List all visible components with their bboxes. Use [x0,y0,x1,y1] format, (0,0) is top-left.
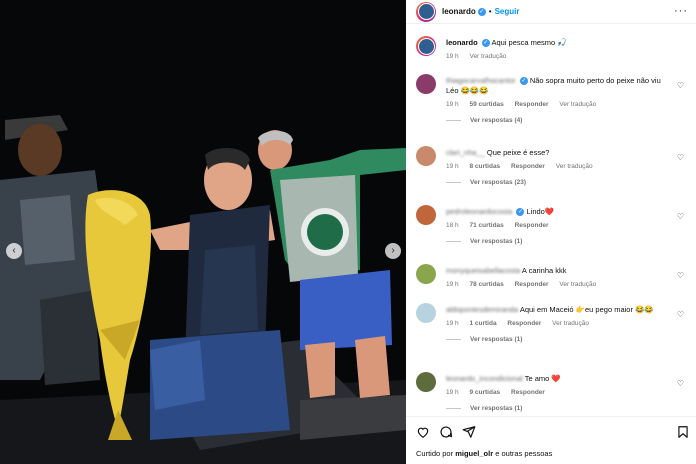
view-replies-button[interactable]: Ver respostas (1) [446,405,671,412]
translate-link[interactable]: Ver tradução [559,101,596,108]
reply-button[interactable]: Responder [511,389,545,396]
replies-divider [446,182,461,183]
view-replies-label[interactable]: Ver respostas (23) [470,179,526,186]
comment-time: 19 h [446,163,459,170]
post-photo[interactable]: ‹ › [0,0,406,464]
caption-username[interactable]: leonardo [446,38,478,47]
comment-username[interactable]: pedroleonardocosta [446,207,512,216]
heart-icon[interactable]: ♡ [677,81,684,90]
comment-likes[interactable]: 9 curtidas [469,389,500,396]
replies-divider [446,120,461,121]
comment-likes[interactable]: 71 curtidas [469,222,503,229]
dot-separator: • [488,7,492,16]
view-replies-button[interactable]: Ver respostas (23) [446,179,671,186]
author-username[interactable]: leonardo [442,7,476,16]
author-avatar[interactable] [416,1,436,22]
comment-time: 19 h [446,389,459,396]
view-replies-label[interactable]: Ver respostas (1) [470,405,522,412]
verified-badge-icon: ✓ [481,39,490,48]
liked-by-text: Curtido por miguel_olr e outras pessoas [416,449,552,458]
view-replies-button[interactable]: Ver respostas (1) [446,336,671,343]
caption-translate-link[interactable]: Ver tradução [469,53,506,60]
reply-button[interactable]: Responder [515,101,549,108]
caption-time: 19 h [446,53,459,60]
replies-divider [446,241,461,242]
instagram-post-window: ‹ › leonardo ✓ • Seguir ··· leonardo ✓ A… [0,0,696,464]
liked-by-prefix: Curtido por [416,449,454,458]
view-replies-label[interactable]: Ver respostas (4) [470,117,522,124]
comment-time: 18 h [446,222,459,229]
comment-likes[interactable]: 59 curtidas [469,101,503,108]
post-photo-illustration [0,0,406,464]
post-header: leonardo ✓ • Seguir ··· [406,0,696,24]
commenter-avatar[interactable] [416,303,436,323]
chevron-right-icon[interactable]: › [385,243,401,259]
view-replies-button[interactable]: Ver respostas (4) [446,117,671,124]
comment-username[interactable]: aldopontesdemiranda [446,305,518,314]
reply-button[interactable]: Responder [511,163,545,170]
comment-time: 19 h [446,101,459,108]
verified-badge-icon: ✓ [477,7,486,16]
comments-panel: leonardo ✓ • Seguir ··· leonardo ✓ Aqui … [406,0,696,464]
replies-divider [446,408,461,409]
comment-time: 19 h [446,281,459,288]
heart-icon[interactable] [416,425,430,439]
comment-icon[interactable] [439,425,453,439]
share-icon[interactable] [462,425,476,439]
translate-link[interactable]: Ver tradução [552,320,589,327]
follow-button[interactable]: Seguir [495,7,520,16]
chevron-left-icon[interactable]: ‹ [6,243,22,259]
comment-text: Que peixe é esse? [486,148,550,157]
comment-likes[interactable]: 78 curtidas [469,281,503,288]
comment-text: Lindo❤️ [526,207,555,216]
comment-text: Aqui em Maceió 👉eu pego maior 😂😂 [519,305,654,314]
comment-text: A carinha kkk [521,266,567,275]
verified-badge-icon: ✓ [519,77,528,86]
view-replies-label[interactable]: Ver respostas (1) [470,336,522,343]
commenter-avatar[interactable] [416,146,436,166]
heart-icon[interactable]: ♡ [677,310,684,319]
heart-icon[interactable]: ♡ [677,379,684,388]
replies-divider [446,339,461,340]
comment-likes[interactable]: 1 curtida [469,320,496,327]
post-actions-footer: Curtido por miguel_olr e outras pessoas [406,416,696,464]
more-options-icon[interactable]: ··· [674,6,688,17]
heart-icon[interactable]: ♡ [677,212,684,221]
view-replies-button[interactable]: Ver respostas (1) [446,238,671,245]
commenter-avatar[interactable] [416,74,436,94]
verified-badge-icon: ✓ [516,208,525,217]
reply-button[interactable]: Responder [515,281,549,288]
comment-username[interactable]: thiagocarvalhocantor [446,76,516,85]
comments-list[interactable]: leonardo ✓ Aqui pesca mesmo 🎣 19 h Ver t… [406,30,696,414]
heart-icon[interactable]: ♡ [677,271,684,280]
reply-button[interactable]: Responder [515,222,549,229]
translate-link[interactable]: Ver tradução [559,281,596,288]
comment-username[interactable]: monyqueisabellacosta [446,266,520,275]
commenter-avatar[interactable] [416,205,436,225]
caption-text: Aqui pesca mesmo 🎣 [491,38,567,47]
bookmark-icon[interactable] [676,425,690,439]
heart-icon[interactable]: ♡ [677,153,684,162]
comment-text: Te amo ❤️ [524,374,561,383]
comment-likes[interactable]: 8 curtidas [469,163,500,170]
liked-by-user[interactable]: miguel_olr [455,449,493,458]
reply-button[interactable]: Responder [507,320,541,327]
comment-username[interactable]: leonardo_incondicional [446,374,523,383]
caption-avatar[interactable] [416,36,436,56]
commenter-avatar[interactable] [416,372,436,392]
view-replies-label[interactable]: Ver respostas (1) [470,238,522,245]
commenter-avatar[interactable] [416,264,436,284]
translate-link[interactable]: Ver tradução [556,163,593,170]
comment-username[interactable]: clari_nha__ [446,148,485,157]
liked-by-suffix[interactable]: e outras pessoas [495,449,552,458]
comment-time: 19 h [446,320,459,327]
